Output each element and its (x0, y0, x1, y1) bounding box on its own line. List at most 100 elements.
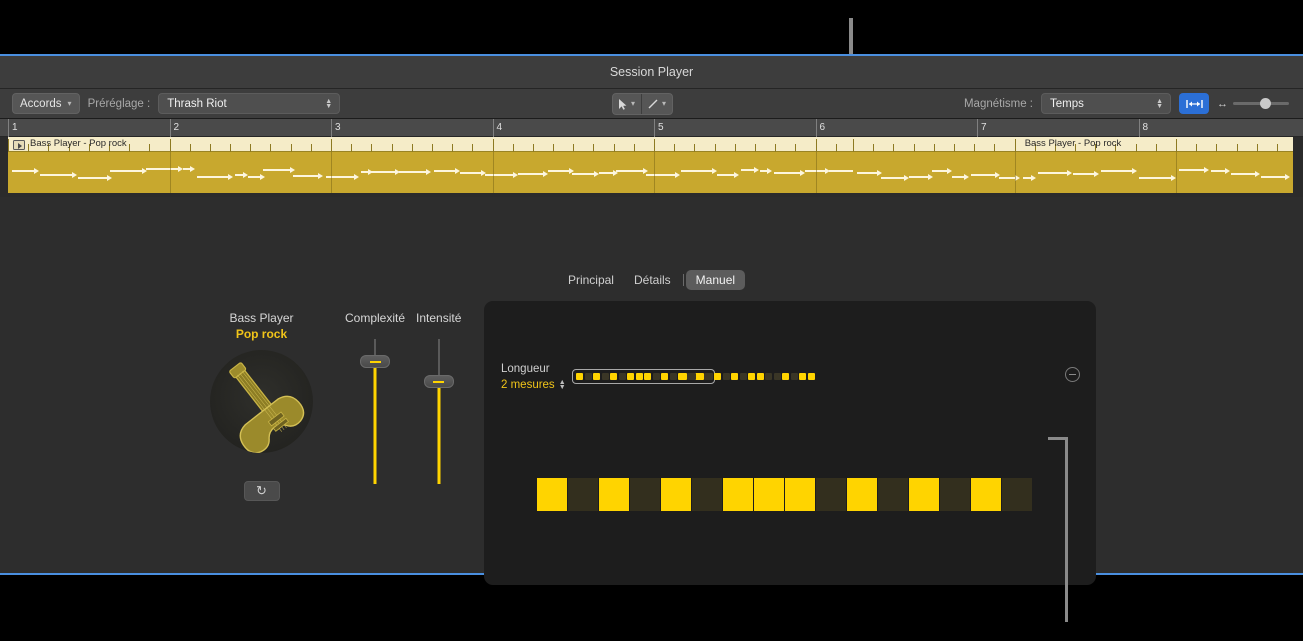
pattern-overview-cell[interactable] (593, 373, 600, 380)
refresh-icon: ↻ (256, 483, 267, 498)
region-play-icon[interactable] (13, 139, 25, 150)
step-cell[interactable] (599, 478, 629, 511)
pattern-overview-cell[interactable] (782, 373, 789, 380)
step-cell[interactable] (630, 478, 660, 511)
tab-manuel[interactable]: Manuel (685, 270, 746, 290)
pencil-icon (648, 99, 658, 109)
tool-group: ▾ ▾ (612, 93, 674, 115)
step-cell[interactable] (816, 478, 846, 511)
pattern-overview-cell[interactable] (635, 373, 643, 380)
slider-knob[interactable] (423, 375, 454, 388)
track-area[interactable]: Bass Player - Pop rock Bass Player - Pop … (0, 137, 1303, 197)
slider-intensité: Intensité (416, 311, 461, 484)
tab-separator (682, 274, 684, 286)
step-cell[interactable] (537, 478, 567, 511)
slider-fill (437, 381, 441, 484)
pattern-overview-group[interactable] (677, 369, 818, 384)
pattern-overview-cell[interactable] (669, 373, 677, 380)
slider-label: Intensité (416, 311, 462, 325)
zoom-slider-track[interactable] (1233, 98, 1289, 109)
timeline-ruler[interactable]: 1 2 3 4 5 6 7 8 (0, 119, 1303, 137)
pattern-overview-cell[interactable] (627, 373, 634, 380)
pattern-overview-cell[interactable] (610, 373, 617, 380)
stepper-icon[interactable]: ▲ ▼ (559, 379, 566, 391)
instrument-name: Bass Player (229, 311, 294, 325)
slider-track-area[interactable] (355, 339, 395, 484)
instrument-panel: Bass Player Pop rock ↻ (210, 311, 313, 501)
pattern-overview-cell[interactable] (680, 373, 687, 380)
pattern-overview-cell[interactable] (697, 373, 704, 380)
tab-principal[interactable]: Principal (558, 270, 624, 290)
step-cell[interactable] (568, 478, 598, 511)
region-name: Bass Player - Pop rock (30, 138, 127, 149)
refresh-button[interactable]: ↻ (243, 481, 280, 501)
ruler-bar-marker: 1 (8, 119, 18, 137)
step-cell[interactable] (971, 478, 1001, 511)
pattern-overview-cell[interactable] (661, 373, 668, 380)
chevron-down-icon: ▾ (662, 99, 667, 108)
pattern-overview-cell[interactable] (714, 373, 721, 380)
snap-select[interactable]: Temps ▲ ▼ (1041, 93, 1171, 114)
ruler-bar-marker: 6 (815, 119, 825, 137)
slider-track-area[interactable] (419, 339, 459, 484)
pattern-overview-cell[interactable] (722, 373, 730, 380)
fit-to-width-icon (1185, 99, 1203, 108)
pattern-overview-cell[interactable] (644, 373, 651, 380)
pencil-tool-button[interactable]: ▾ (641, 94, 672, 114)
mode-button-label: Accords (20, 97, 62, 110)
callout-line-bottom-vertical (1065, 437, 1068, 622)
zoom-slider[interactable]: ↔ (1217, 98, 1289, 110)
step-cell[interactable] (847, 478, 877, 511)
slider-knob[interactable] (360, 355, 391, 368)
pattern-overview-cell[interactable] (601, 373, 609, 380)
fit-to-width-button[interactable] (1179, 93, 1209, 114)
step-sequencer[interactable] (537, 478, 1032, 511)
window-title: Session Player (609, 65, 694, 79)
step-cell[interactable] (940, 478, 970, 511)
step-cell[interactable] (692, 478, 722, 511)
snap-label: Magnétisme : (963, 97, 1033, 110)
pattern-overview-cell[interactable] (756, 373, 764, 380)
pattern-overview-cell[interactable] (790, 373, 798, 380)
pattern-overview-cell[interactable] (705, 373, 713, 380)
pattern-overview-cell[interactable] (799, 373, 806, 380)
track-region[interactable]: Bass Player - Pop rock (8, 137, 853, 193)
pointer-tool-button[interactable]: ▾ (613, 94, 641, 114)
track-region[interactable]: Bass Player - Pop rock (853, 137, 1293, 193)
preset-label: Préréglage : (87, 97, 151, 110)
region-name: Bass Player - Pop rock (1024, 138, 1122, 149)
pattern-overview-cell[interactable] (618, 373, 626, 380)
pattern-overview-cell[interactable] (773, 373, 781, 380)
pattern-overview-cell[interactable] (584, 373, 592, 380)
pattern-overview-cell[interactable] (748, 373, 755, 380)
stepper-icon[interactable]: ▲ ▼ (1156, 98, 1163, 110)
pattern-overview-cell[interactable] (807, 373, 815, 380)
length-label: Longueur (501, 363, 550, 375)
pattern-overview-cell[interactable] (688, 373, 696, 380)
step-cell[interactable] (661, 478, 691, 511)
bass-guitar-icon[interactable] (210, 350, 313, 453)
ruler-bar-marker: 5 (654, 119, 664, 137)
pattern-overview-cell[interactable] (765, 373, 772, 380)
instrument-style: Pop rock (235, 327, 288, 341)
mode-button[interactable]: Accords ▾ (12, 93, 80, 114)
preset-select[interactable]: Thrash Riot ▲ ▼ (158, 93, 341, 114)
chevron-down-icon: ▾ (67, 98, 72, 108)
step-cell[interactable] (878, 478, 908, 511)
pattern-overview-cell[interactable] (576, 373, 583, 380)
step-cell[interactable] (723, 478, 753, 511)
pattern-overview-cell[interactable] (739, 373, 747, 380)
pattern-overview-cell[interactable] (652, 373, 660, 380)
collapse-circle-icon[interactable] (1065, 367, 1080, 382)
length-select[interactable]: 2 mesures ▲ ▼ (501, 379, 566, 391)
horizontal-resize-icon: ↔ (1217, 97, 1228, 110)
pattern-overview-cell[interactable] (731, 373, 738, 380)
stepper-icon[interactable]: ▲ ▼ (325, 98, 332, 110)
length-value: 2 mesures (501, 379, 555, 391)
tab-dtails[interactable]: Détails (624, 270, 681, 290)
step-cell[interactable] (785, 478, 815, 511)
step-cell[interactable] (1002, 478, 1032, 511)
step-cell[interactable] (754, 478, 784, 511)
zoom-slider-knob[interactable] (1260, 98, 1271, 109)
step-cell[interactable] (909, 478, 939, 511)
